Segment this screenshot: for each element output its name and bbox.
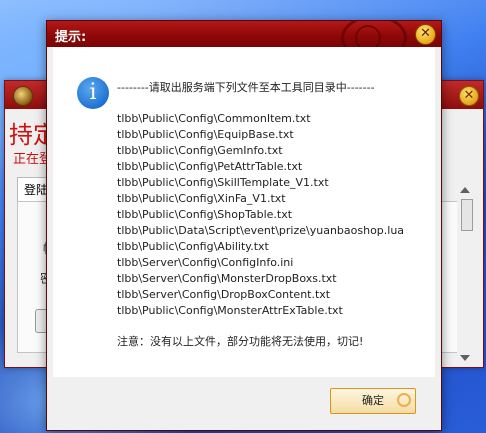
scroll-down-arrow-icon[interactable] bbox=[460, 355, 470, 361]
scroll-thumb[interactable] bbox=[461, 199, 473, 231]
list-item: tlbb\Server\Config\DropBoxContent.txt bbox=[117, 288, 331, 301]
message-dialog: 提示: ✕ i --------请取出服务端下列文件至本工具同目录中------… bbox=[46, 20, 442, 431]
list-item: tlbb\Public\Data\Script\event\prize\yuan… bbox=[117, 224, 405, 237]
scroll-up-arrow-icon[interactable] bbox=[460, 187, 470, 193]
list-item: tlbb\Public\Config\EquipBase.txt bbox=[117, 128, 294, 141]
app-logo-icon bbox=[13, 86, 33, 106]
required-file-list: tlbb\Public\Config\CommonItem.txt tlbb\P… bbox=[117, 111, 404, 319]
message-header: --------请取出服务端下列文件至本工具同目录中------- bbox=[117, 81, 375, 94]
dialog-title: 提示: bbox=[55, 30, 87, 45]
ok-button[interactable]: 确定 bbox=[330, 388, 416, 414]
list-item: tlbb\Public\Config\CommonItem.txt bbox=[117, 112, 311, 125]
ok-button-label: 确定 bbox=[362, 394, 384, 407]
background-window-close-button[interactable]: ✕ bbox=[459, 86, 479, 106]
list-item: tlbb\Public\Config\MonsterAttrExTable.tx… bbox=[117, 304, 343, 317]
button-ornament-icon bbox=[397, 393, 411, 407]
list-item: tlbb\Public\Config\SkillTemplate_V1.txt bbox=[117, 176, 329, 189]
info-icon: i bbox=[77, 77, 109, 109]
warning-note: 注意：没有以上文件，部分功能将无法使用，切记! bbox=[117, 335, 364, 348]
list-item: tlbb\Server\Config\ConfigInfo.ini bbox=[117, 256, 294, 269]
list-item: tlbb\Public\Config\XinFa_V1.txt bbox=[117, 192, 286, 205]
vertical-scrollbar[interactable] bbox=[457, 181, 475, 367]
list-item: tlbb\Public\Config\GemInfo.txt bbox=[117, 144, 283, 157]
dialog-message-area: i --------请取出服务端下列文件至本工具同目录中------- tlbb… bbox=[53, 47, 435, 377]
titlebar-ornament-small bbox=[355, 25, 381, 47]
list-item: tlbb\Server\Config\MonsterDropBoxs.txt bbox=[117, 272, 337, 285]
list-item: tlbb\Public\Config\Ability.txt bbox=[117, 240, 269, 253]
list-item: tlbb\Public\Config\PetAttrTable.txt bbox=[117, 160, 303, 173]
dialog-titlebar[interactable]: 提示: ✕ bbox=[47, 21, 441, 47]
list-item: tlbb\Public\Config\ShopTable.txt bbox=[117, 208, 293, 221]
dialog-close-button[interactable]: ✕ bbox=[415, 24, 436, 45]
